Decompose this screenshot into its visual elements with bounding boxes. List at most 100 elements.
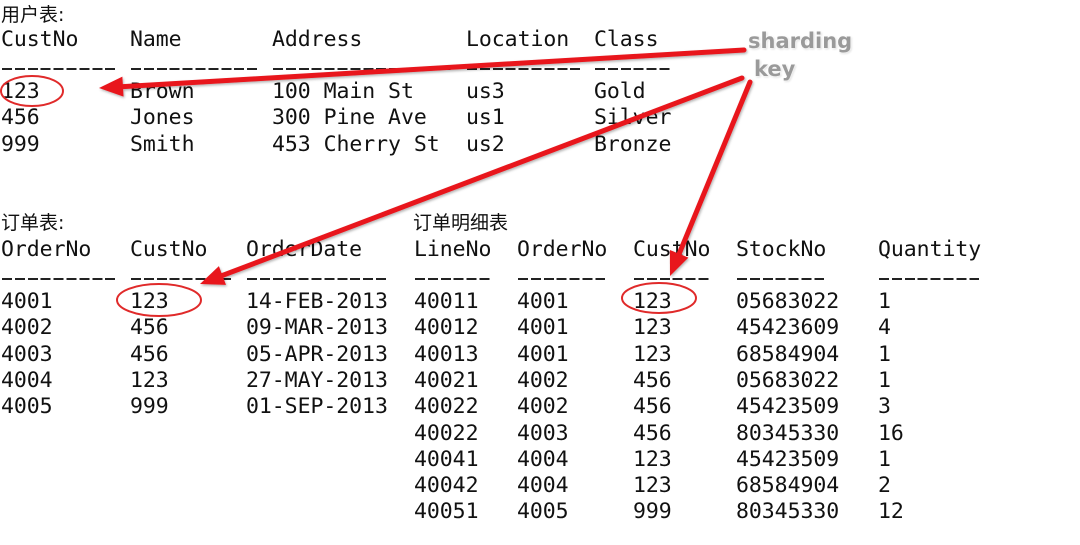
table-cell: 456	[130, 315, 169, 341]
table-cell: 2	[878, 473, 891, 499]
table-cell: 09-MAR-2013	[246, 315, 388, 341]
column-header: CustNo	[130, 237, 208, 262]
table-cell: 68584904	[736, 473, 840, 499]
table-cell: 123	[633, 315, 672, 341]
table-cell: 45423509	[736, 446, 840, 472]
table-cell: 3	[878, 394, 891, 420]
column-header: Address	[272, 27, 363, 52]
table-cell: 999	[633, 499, 672, 525]
table-cell: 456	[633, 420, 672, 446]
table-cell: 40011	[414, 289, 479, 314]
table-cell: 123	[1, 79, 40, 104]
table-cell: 4002	[1, 315, 53, 341]
table-cell: 01-SEP-2013	[246, 394, 388, 420]
table-cell: 100 Main St	[272, 79, 414, 104]
column-header: StockNo	[736, 237, 827, 262]
arrow-to-customers-custno	[99, 47, 747, 97]
column-header: OrderDate	[246, 237, 363, 262]
table-cell: 40042	[414, 473, 479, 499]
table-cell: Brown	[130, 79, 195, 104]
table-cell: 40041	[414, 446, 479, 472]
column-separator	[247, 278, 386, 280]
table-cell: 12	[878, 499, 904, 525]
table-cell: 1	[878, 446, 891, 472]
column-separator	[737, 278, 825, 280]
table-cell: 1	[878, 289, 891, 314]
table-cell: 4002	[517, 394, 569, 420]
table-cell: 123	[130, 367, 169, 393]
column-header: Location	[466, 27, 570, 52]
table-cell: 300 Pine Ave	[272, 105, 427, 131]
column-header: CustNo	[633, 237, 711, 262]
line-items-table-title: 订单明细表	[413, 212, 509, 234]
column-separator	[415, 278, 490, 280]
column-header: LineNo	[414, 237, 492, 262]
column-separator	[879, 278, 980, 280]
sharding-key-label-line2: key	[754, 57, 796, 81]
table-cell: 456	[633, 367, 672, 393]
table-cell: 14-FEB-2013	[246, 289, 388, 314]
table-cell: 80345330	[736, 499, 840, 525]
column-separator	[518, 278, 606, 280]
table-cell: 4	[878, 315, 891, 341]
table-cell: 40021	[414, 367, 479, 393]
table-cell: 4005	[517, 499, 569, 525]
table-cell: 4004	[517, 446, 569, 472]
column-header: CustNo	[1, 27, 79, 52]
column-header: Quantity	[878, 237, 982, 262]
table-cell: 453 Cherry St	[272, 131, 440, 157]
table-cell: 4004	[1, 367, 53, 393]
table-cell: 40013	[414, 341, 479, 367]
table-cell: Smith	[130, 131, 195, 157]
table-cell: 123	[633, 289, 672, 314]
column-separator	[467, 68, 581, 70]
column-separator	[2, 278, 116, 280]
table-cell: 80345330	[736, 420, 840, 446]
column-separator	[634, 278, 709, 280]
table-cell: 123	[130, 289, 169, 314]
table-cell: 40012	[414, 315, 479, 341]
table-cell: 123	[633, 341, 672, 367]
table-cell: 4001	[1, 289, 53, 314]
column-header: OrderNo	[1, 237, 92, 262]
column-separator	[273, 68, 451, 70]
table-cell: 123	[633, 473, 672, 499]
table-cell: 05683022	[736, 289, 840, 314]
table-cell: us1	[466, 105, 505, 131]
table-cell: 4002	[517, 367, 569, 393]
table-cell: 123	[633, 446, 672, 472]
table-cell: us3	[466, 79, 505, 104]
table-cell: Gold	[594, 79, 646, 104]
column-separator	[131, 278, 232, 280]
table-cell: 40051	[414, 499, 479, 525]
table-cell: 4003	[1, 341, 53, 367]
column-header: OrderNo	[517, 237, 608, 262]
sharding-key-label-line1: sharding	[748, 29, 853, 53]
column-header: Class	[594, 27, 659, 52]
table-cell: 16	[878, 420, 904, 446]
table-cell: 4004	[517, 473, 569, 499]
table-cell: 40022	[414, 394, 479, 420]
table-cell: 68584904	[736, 341, 840, 367]
table-cell: 456	[633, 394, 672, 420]
table-cell: 999	[130, 394, 169, 420]
table-cell: Bronze	[594, 131, 672, 157]
column-header: Name	[130, 27, 182, 52]
table-cell: Silver	[594, 105, 672, 131]
table-cell: us2	[466, 131, 505, 157]
table-cell: Jones	[130, 105, 195, 131]
table-cell: 4001	[517, 315, 569, 341]
table-cell: 1	[878, 341, 891, 367]
column-separator	[2, 68, 116, 70]
customers-table-title: 用户表:	[1, 4, 65, 26]
table-cell: 45423609	[736, 315, 840, 341]
table-cell: 4003	[517, 420, 569, 446]
column-separator	[131, 68, 258, 70]
column-separator	[595, 68, 670, 70]
table-cell: 40022	[414, 420, 479, 446]
table-cell: 05-APR-2013	[246, 341, 388, 367]
table-cell: 4001	[517, 289, 569, 314]
table-cell: 45423509	[736, 394, 840, 420]
table-cell: 456	[130, 341, 169, 367]
table-cell: 4005	[1, 394, 53, 420]
